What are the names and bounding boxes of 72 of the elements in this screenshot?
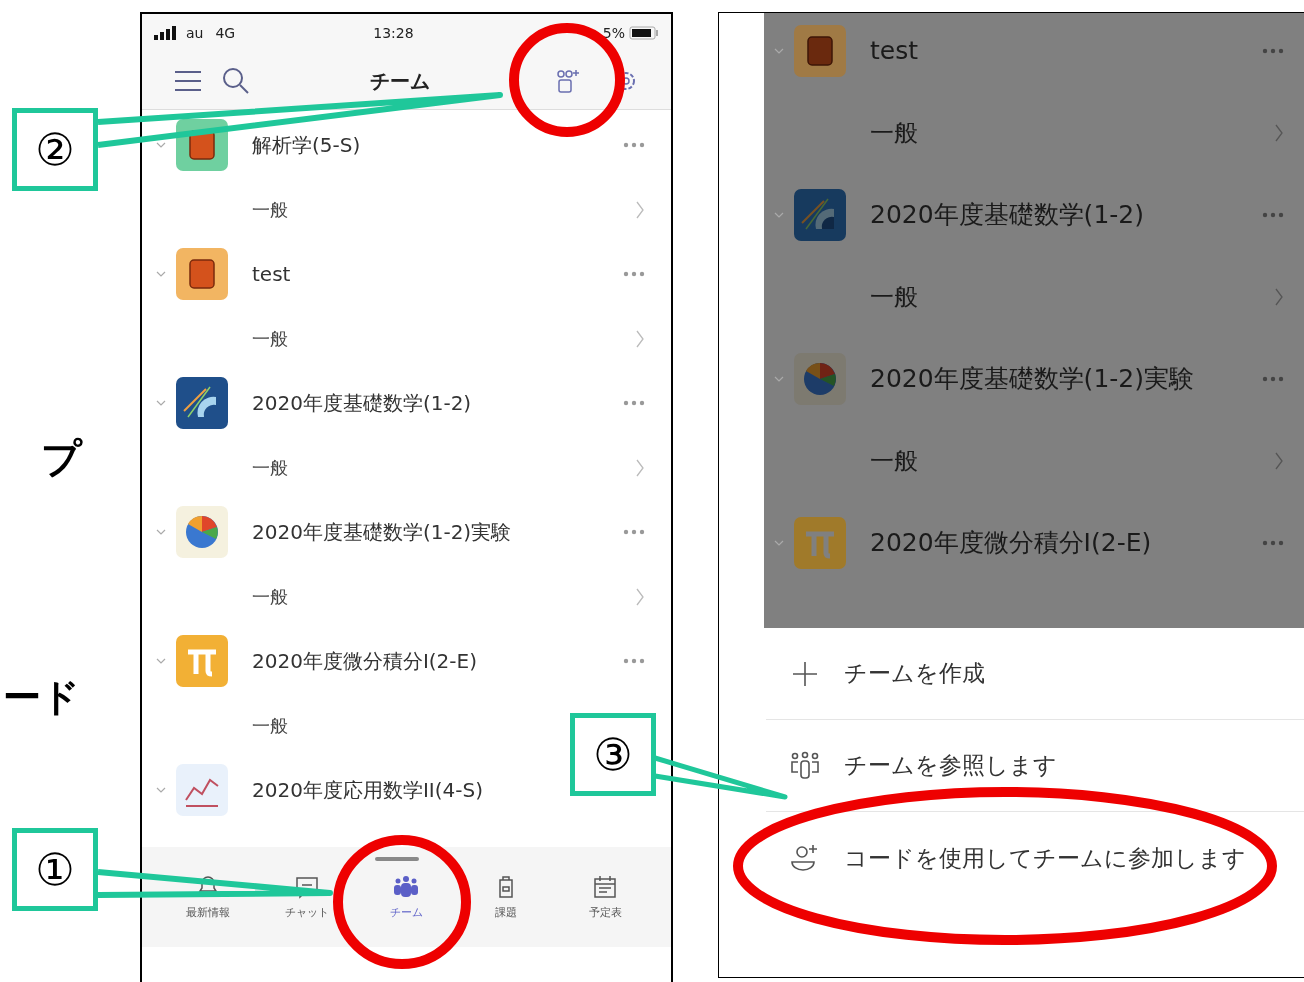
chevron-right-icon[interactable] [1274, 451, 1284, 471]
team-name[interactable]: 2020年度微分積分I(2-E) [870, 524, 1152, 562]
chevron-right-icon[interactable] [1274, 123, 1284, 143]
chevron-icon[interactable] [774, 374, 784, 384]
channel-name[interactable]: 一般 [252, 712, 288, 740]
chevron-icon[interactable] [774, 46, 784, 56]
sheet-menu-item[interactable]: チームを作成 [766, 628, 1304, 720]
heading-text-fragment: ード [3, 678, 80, 716]
chevron-icon[interactable] [774, 538, 784, 548]
team-name[interactable]: test [870, 32, 918, 70]
chevron-right-icon[interactable] [1274, 287, 1284, 307]
more-icon[interactable] [623, 400, 645, 407]
more-icon[interactable] [1262, 48, 1284, 54]
tab[interactable]: チーム [366, 872, 447, 922]
step-number-label: ③ [570, 713, 656, 796]
channel-name[interactable]: 一般 [252, 583, 288, 611]
menu-item-label: コードを使用してチームに参加します [844, 843, 1246, 873]
team-name[interactable]: 2020年度微分積分I(2-E) [252, 646, 477, 677]
search-icon[interactable] [222, 66, 250, 95]
team-name[interactable]: 2020年度基礎数学(1-2) [870, 196, 1144, 234]
chevron-icon[interactable] [774, 210, 784, 220]
drag-handle [375, 857, 419, 861]
header-title: チーム [370, 67, 430, 95]
step-number-label: ① [12, 828, 98, 911]
channel-name[interactable]: 一般 [252, 196, 288, 224]
tab-label: 予定表 [588, 904, 622, 921]
sheet-menu-item[interactable]: チームを参照します [766, 720, 1304, 812]
sheet-menu-item[interactable]: コードを使用してチームに参加します [766, 812, 1304, 904]
people-icon [790, 750, 820, 781]
more-icon[interactable] [623, 658, 645, 665]
tab-label: 最新情報 [185, 904, 230, 921]
team-name[interactable]: 2020年度基礎数学(1-2) [252, 388, 472, 419]
team-name[interactable]: 2020年度基礎数学(1-2)実験 [870, 360, 1194, 398]
heading-text-fragment: プ [41, 438, 82, 478]
menu-item-label: チームを作成 [844, 659, 985, 689]
chevron-right-icon[interactable] [635, 457, 645, 478]
tab[interactable]: 最新情報 [167, 872, 248, 922]
step-number-label: ② [12, 108, 98, 191]
channel-name[interactable]: 一般 [870, 443, 918, 479]
battery-icon [629, 26, 659, 40]
more-icon[interactable] [623, 271, 645, 278]
network-text: 4G [215, 23, 236, 43]
team-name[interactable]: 2020年度基礎数学(1-2)実験 [252, 517, 512, 548]
chevron-right-icon[interactable] [635, 328, 645, 349]
menu-item-label: チームを参照します [844, 751, 1057, 781]
channel-name[interactable]: 一般 [252, 325, 288, 353]
menu-icon[interactable] [174, 69, 202, 92]
tab[interactable]: 予定表 [565, 872, 646, 922]
more-icon[interactable] [623, 529, 645, 536]
time-text: 13:28 [373, 23, 414, 43]
more-icon[interactable] [1262, 540, 1284, 546]
tab-label: チャット [285, 904, 330, 921]
channel-name[interactable]: 一般 [870, 115, 918, 151]
tab[interactable]: 課題 [465, 872, 546, 922]
team-name[interactable]: 2020年度応用数学II(4-S) [252, 775, 483, 806]
person-add-icon [790, 843, 820, 873]
channel-name[interactable]: 一般 [870, 279, 918, 315]
add-team-icon[interactable] [555, 67, 581, 94]
channel-name[interactable]: 一般 [252, 454, 288, 482]
more-icon[interactable] [623, 142, 645, 149]
more-icon[interactable] [1262, 212, 1284, 218]
chevron-right-icon[interactable] [635, 586, 645, 607]
signal-icon [154, 26, 178, 40]
more-icon[interactable] [1262, 376, 1284, 382]
battery-text: 5% [602, 23, 625, 43]
tab[interactable]: チャット [267, 872, 348, 922]
tab-label: チーム [389, 904, 423, 921]
carrier-text: au [186, 23, 204, 43]
team-name[interactable]: test [252, 259, 291, 290]
tab-label: 課題 [494, 904, 517, 921]
chevron-right-icon[interactable] [635, 199, 645, 220]
team-name[interactable]: 解析学(5-S) [252, 130, 361, 161]
